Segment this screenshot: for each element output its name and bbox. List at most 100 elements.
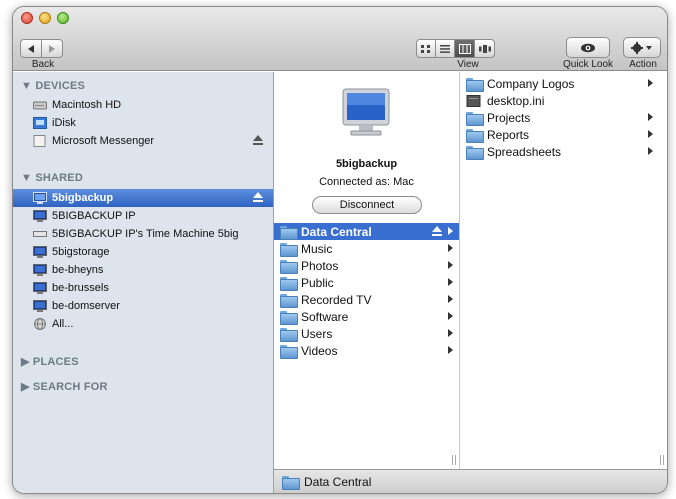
sidebar-item-microsoft-messenger[interactable]: Microsoft Messenger [13, 132, 273, 150]
action-label: Action [629, 59, 657, 70]
list-item-public[interactable]: Public [274, 274, 459, 291]
shared-folder-icon [280, 327, 298, 342]
chevron-right-icon [448, 227, 453, 235]
chevron-right-icon [448, 278, 453, 286]
list-item-label: Data Central [301, 224, 372, 239]
list-item-desktop-ini[interactable]: desktop.ini [460, 92, 667, 109]
list-item-data-central[interactable]: Data Central [274, 223, 459, 240]
sidebar: ▼ DEVICES Macintosh HD iDisk Microsoft M… [13, 72, 274, 493]
minimize-window-button[interactable] [39, 12, 51, 24]
sidebar-item-all[interactable]: All... [13, 315, 273, 333]
sidebar-item-label: be-domserver [52, 300, 120, 312]
zoom-window-button[interactable] [57, 12, 69, 24]
shared-folder-icon [282, 475, 300, 490]
action-button[interactable] [623, 37, 661, 58]
connected-as-text: Connected as: Mac [319, 176, 414, 188]
list-item-videos[interactable]: Videos [274, 342, 459, 359]
devices-header[interactable]: ▼ DEVICES [21, 80, 85, 92]
shared-folder-icon [280, 225, 298, 240]
eye-icon [581, 43, 595, 52]
list-item-recorded-tv[interactable]: Recorded TV [274, 291, 459, 308]
back-button[interactable] [20, 39, 42, 58]
coverflow-view-icon [478, 44, 491, 53]
sidebar-item-label: 5BIGBACKUP IP's Time Machine 5big [52, 228, 239, 240]
list-item-music[interactable]: Music [274, 240, 459, 257]
sidebar-item-macintosh-hd[interactable]: Macintosh HD [13, 96, 273, 114]
column-view-icon [458, 43, 471, 54]
sidebar-item-label: 5BIGBACKUP IP [52, 210, 136, 222]
chevron-right-icon [448, 295, 453, 303]
back-label: Back [31, 59, 55, 70]
chevron-right-icon [648, 113, 653, 121]
server-name: 5bigbackup [335, 158, 398, 170]
server-icon [33, 300, 47, 312]
eject-icon[interactable] [253, 135, 263, 146]
list-item-label: Reports [487, 127, 530, 142]
chevron-right-icon [448, 346, 453, 354]
chevron-right-icon [448, 329, 453, 337]
list-item-users[interactable]: Users [274, 325, 459, 342]
places-header[interactable]: ▶ PLACES [21, 355, 79, 368]
path-item-data-central[interactable]: Data Central [304, 475, 371, 489]
hard-drive-icon [33, 99, 47, 111]
icon-view-icon [421, 44, 430, 53]
column-view-button[interactable] [454, 39, 475, 58]
shared-folder-icon [280, 259, 298, 274]
server-icon [33, 210, 47, 222]
column-resize-handle[interactable] [452, 455, 456, 465]
coverflow-view-button[interactable] [474, 39, 495, 58]
search-for-header[interactable]: ▶ SEARCH FOR [21, 380, 108, 393]
sidebar-item-label: be-brussels [52, 282, 109, 294]
list-view-button[interactable] [435, 39, 455, 58]
folder-icon [466, 145, 484, 160]
disconnect-button[interactable]: Disconnect [312, 196, 422, 214]
network-globe-icon [33, 318, 47, 330]
forward-button[interactable] [41, 39, 63, 58]
sidebar-item-label: be-bheyns [52, 264, 104, 276]
sidebar-item-time-machine[interactable]: 5BIGBACKUP IP's Time Machine 5big [13, 225, 273, 243]
list-item-projects[interactable]: Projects [460, 109, 667, 126]
list-item-spreadsheets[interactable]: Spreadsheets [460, 143, 667, 160]
arrow-left-icon [28, 44, 34, 53]
list-item-software[interactable]: Software [274, 308, 459, 325]
sidebar-item-label: 5bigbackup [52, 192, 114, 204]
quick-look-label: Quick Look [562, 59, 614, 70]
chevron-right-icon [648, 79, 653, 87]
list-item-label: desktop.ini [487, 93, 545, 108]
column-resize-handle[interactable] [660, 455, 664, 465]
time-machine-icon [33, 228, 47, 240]
server-icon [33, 246, 47, 258]
chevron-right-icon [448, 312, 453, 320]
eject-icon[interactable] [253, 192, 263, 203]
list-item-label: Software [301, 309, 349, 324]
disk-image-icon [33, 135, 47, 147]
sidebar-item-be-bheyns[interactable]: be-bheyns [13, 261, 273, 279]
arrow-right-icon [49, 44, 55, 53]
icon-view-button[interactable] [416, 39, 436, 58]
sidebar-item-idisk[interactable]: iDisk [13, 114, 273, 132]
list-item-company-logos[interactable]: Company Logos [460, 75, 667, 92]
list-item-reports[interactable]: Reports [460, 126, 667, 143]
close-window-button[interactable] [21, 12, 33, 24]
gear-icon [631, 41, 652, 54]
sidebar-item-be-domserver[interactable]: be-domserver [13, 297, 273, 315]
idisk-icon [33, 117, 47, 129]
sidebar-item-5bigbackup-ip[interactable]: 5BIGBACKUP IP [13, 207, 273, 225]
path-bar: Data Central [274, 469, 667, 493]
eject-icon[interactable] [432, 226, 442, 237]
sidebar-item-5bigstorage[interactable]: 5bigstorage [13, 243, 273, 261]
folder-icon [466, 128, 484, 143]
share-column: 5bigbackup Connected as: Mac Disconnect … [274, 72, 460, 469]
sidebar-item-5bigbackup[interactable]: 5bigbackup [13, 189, 273, 207]
list-item-photos[interactable]: Photos [274, 257, 459, 274]
contents-column: Company Logos desktop.ini Projects Repor… [452, 72, 667, 469]
quick-look-button[interactable] [566, 37, 610, 58]
shared-header[interactable]: ▼ SHARED [21, 172, 83, 184]
list-item-label: Photos [301, 258, 339, 273]
shared-folder-icon [280, 310, 298, 325]
server-icon [33, 192, 47, 204]
shared-folder-icon [280, 276, 298, 291]
sidebar-item-be-brussels[interactable]: be-brussels [13, 279, 273, 297]
chevron-right-icon [648, 147, 653, 155]
list-item-label: Music [301, 241, 333, 256]
